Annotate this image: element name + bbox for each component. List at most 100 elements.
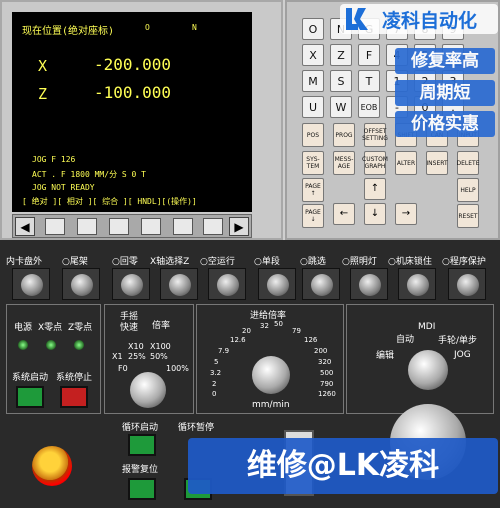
mode-jog: JOG (454, 350, 471, 360)
switch-label-chuck: 内卡盘外 (6, 257, 43, 267)
softkey-5[interactable] (173, 218, 193, 235)
power-label: 电源 (14, 323, 33, 333)
softkey-1[interactable] (45, 218, 65, 235)
screen-n: N (192, 23, 197, 32)
key-z[interactable]: Z (330, 44, 352, 66)
key-s[interactable]: S (330, 70, 352, 92)
z-axis-label: Z (38, 85, 48, 103)
x-zero-led (46, 340, 56, 350)
mode-edit: 编辑 (376, 351, 395, 361)
key-help[interactable]: HELP (457, 178, 479, 202)
rapid-rate-knob[interactable] (130, 372, 166, 408)
key-system[interactable]: SYS-TEM (302, 151, 324, 175)
switch-label-home: ○回零 (112, 257, 138, 267)
key-t[interactable]: T (358, 70, 380, 92)
system-start-button[interactable] (16, 386, 44, 408)
cursor-up-icon[interactable]: ↑ (364, 178, 386, 200)
key-reset[interactable]: RESET (457, 204, 479, 228)
emergency-stop-button[interactable] (32, 446, 72, 486)
status-line: JOG NOT READY (32, 183, 95, 192)
rate-x100: X100 (150, 342, 171, 351)
z-axis-value: -100.000 (94, 83, 172, 102)
dry-run-switch[interactable] (208, 268, 246, 300)
softkey-2[interactable] (77, 218, 97, 235)
cycle-start-button[interactable] (128, 434, 156, 456)
tailstock-switch[interactable] (62, 268, 100, 300)
light-switch[interactable] (350, 268, 388, 300)
promo-badge-3: 价格实惠 (395, 111, 495, 137)
cursor-down-icon[interactable]: ↓ (364, 203, 386, 225)
key-page-down[interactable]: PAGE ↓ (302, 204, 324, 228)
z-zero-led (74, 340, 84, 350)
home-switch[interactable] (112, 268, 150, 300)
feed-500: 500 (320, 369, 334, 377)
axis-select-switch[interactable] (160, 268, 198, 300)
cursor-left-icon[interactable]: ← (333, 203, 355, 225)
key-pos[interactable]: POS (302, 123, 324, 147)
program-protect-switch[interactable] (448, 268, 486, 300)
skip-switch[interactable] (302, 268, 340, 300)
alarm-reset-button[interactable] (128, 478, 156, 500)
rate-f0: F0 (118, 364, 128, 373)
feed-1260: 1260 (318, 390, 336, 398)
system-stop-label: 系统停止 (56, 373, 93, 383)
feed-7-9: 7.9 (218, 347, 230, 355)
key-x[interactable]: X (302, 44, 324, 66)
key-o[interactable]: O (302, 18, 324, 40)
softkey-left-icon[interactable]: ◀ (15, 217, 35, 236)
softkey-3[interactable] (109, 218, 129, 235)
cursor-right-icon[interactable]: → (395, 203, 417, 225)
key-m[interactable]: M (302, 70, 324, 92)
key-prog[interactable]: PROG (333, 123, 355, 147)
cycle-start-label: 循环启动 (122, 423, 159, 433)
z-zero-label: Z零点 (68, 323, 93, 333)
feed-override-knob[interactable] (252, 356, 290, 394)
rate-label: 倍率 (152, 321, 171, 331)
softkey-right-icon[interactable]: ▶ (229, 217, 249, 236)
switch-label-program-protect: ○程序保护 (442, 257, 486, 267)
switch-label-single-block: ○单段 (254, 257, 280, 267)
key-f[interactable]: F (358, 44, 380, 66)
mode-handwheel: 手轮/单步 (438, 336, 478, 346)
system-start-label: 系统启动 (12, 373, 49, 383)
key-insert[interactable]: INSERT (426, 151, 448, 175)
cnc-screen: 现在位置(绝对座标) O N X -200.000 Z -100.000 JOG… (12, 12, 252, 212)
key-offset-setting[interactable]: OFFSET SETTING (362, 123, 388, 147)
single-block-switch[interactable] (258, 268, 296, 300)
feed-20: 20 (242, 327, 251, 335)
key-eob[interactable]: EOB (358, 96, 380, 118)
feed-32: 32 (260, 322, 269, 330)
rate-x1: X1 (112, 352, 123, 361)
softkey-6[interactable] (203, 218, 223, 235)
x-axis-value: -200.000 (94, 55, 172, 74)
chuck-switch[interactable] (12, 268, 50, 300)
switch-label-axis-select: X轴选择Z (150, 257, 190, 267)
key-w[interactable]: W (330, 96, 352, 118)
feed-5: 5 (214, 358, 219, 366)
key-message[interactable]: MESS-AGE (333, 151, 355, 175)
machine-lock-switch[interactable] (398, 268, 436, 300)
mode-mdi: MDI (418, 322, 436, 332)
key-delete[interactable]: DELETE (457, 151, 480, 175)
x-zero-label: X零点 (38, 323, 63, 333)
feed-2: 2 (212, 380, 217, 388)
switch-label-machine-lock: ○机床锁住 (388, 257, 432, 267)
key-u[interactable]: U (302, 96, 324, 118)
rate-100: 100% (166, 364, 189, 373)
power-led (18, 340, 28, 350)
mode-select-knob[interactable] (408, 350, 448, 390)
lk-logo-icon (346, 8, 368, 30)
jog-feed-line: JOG F 126 (32, 155, 76, 164)
softkey-4[interactable] (141, 218, 161, 235)
key-alter[interactable]: ALTER (395, 151, 417, 175)
key-page-up[interactable]: PAGE ↑ (302, 178, 324, 202)
switch-label-tailstock: ○尾架 (62, 257, 88, 267)
key-custom-graph[interactable]: CUSTOM GRAPH (362, 151, 388, 175)
switch-label-light: ○照明灯 (342, 257, 377, 267)
x-axis-label: X (38, 57, 48, 75)
system-stop-button[interactable] (60, 386, 88, 408)
screen-header: 现在位置(绝对座标) (22, 26, 115, 37)
softkey-labels: [ 绝对 ][ 相对 ][ 综合 ][ HNDL][(操作)] (22, 197, 197, 206)
rate-x10: X10 (128, 342, 144, 351)
switch-label-dry-run: ○空运行 (200, 257, 235, 267)
